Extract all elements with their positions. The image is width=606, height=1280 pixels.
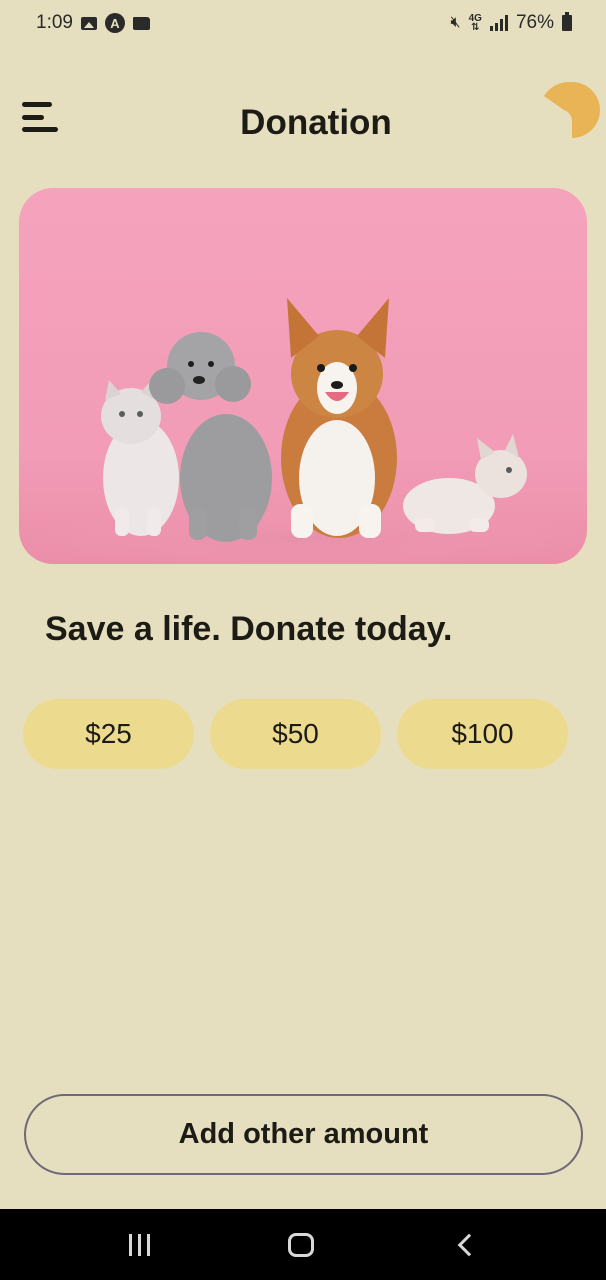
folder-icon: [132, 16, 150, 30]
battery-percent: 76%: [515, 12, 554, 33]
recents-icon[interactable]: [129, 1233, 151, 1256]
pets-illustration: [19, 298, 587, 564]
back-icon[interactable]: [457, 1233, 481, 1256]
status-bar: 1:09 A 🔇︎ 4G ⇅ 76%: [0, 0, 606, 46]
amount-button-25[interactable]: $25: [23, 699, 194, 769]
hero-image: [19, 188, 587, 564]
system-nav-bar: [0, 1209, 606, 1280]
network-type-icon: 4G ⇅: [468, 13, 482, 33]
status-left: 1:09 A: [36, 12, 150, 34]
page-title: Donation: [240, 103, 392, 142]
status-time: 1:09: [36, 12, 73, 33]
signal-icon: [489, 15, 508, 31]
corgi: [281, 298, 397, 538]
amount-options: $25 $50 $100: [23, 699, 568, 769]
gallery-icon: [80, 16, 97, 30]
battery-icon: [562, 12, 572, 31]
network-type: 4G: [468, 13, 482, 24]
add-other-amount-button[interactable]: Add other amount: [24, 1094, 583, 1175]
a-notification-icon: A: [104, 13, 125, 33]
amount-button-100[interactable]: $100: [397, 699, 568, 769]
home-icon[interactable]: [288, 1232, 315, 1257]
profile-avatar-icon[interactable]: [544, 82, 600, 138]
status-right: 🔇︎ 4G ⇅ 76%: [451, 12, 572, 34]
tagline: Save a life. Donate today.: [45, 610, 453, 648]
amount-button-50[interactable]: $50: [210, 699, 381, 769]
mute-icon: 🔇︎: [450, 14, 461, 31]
